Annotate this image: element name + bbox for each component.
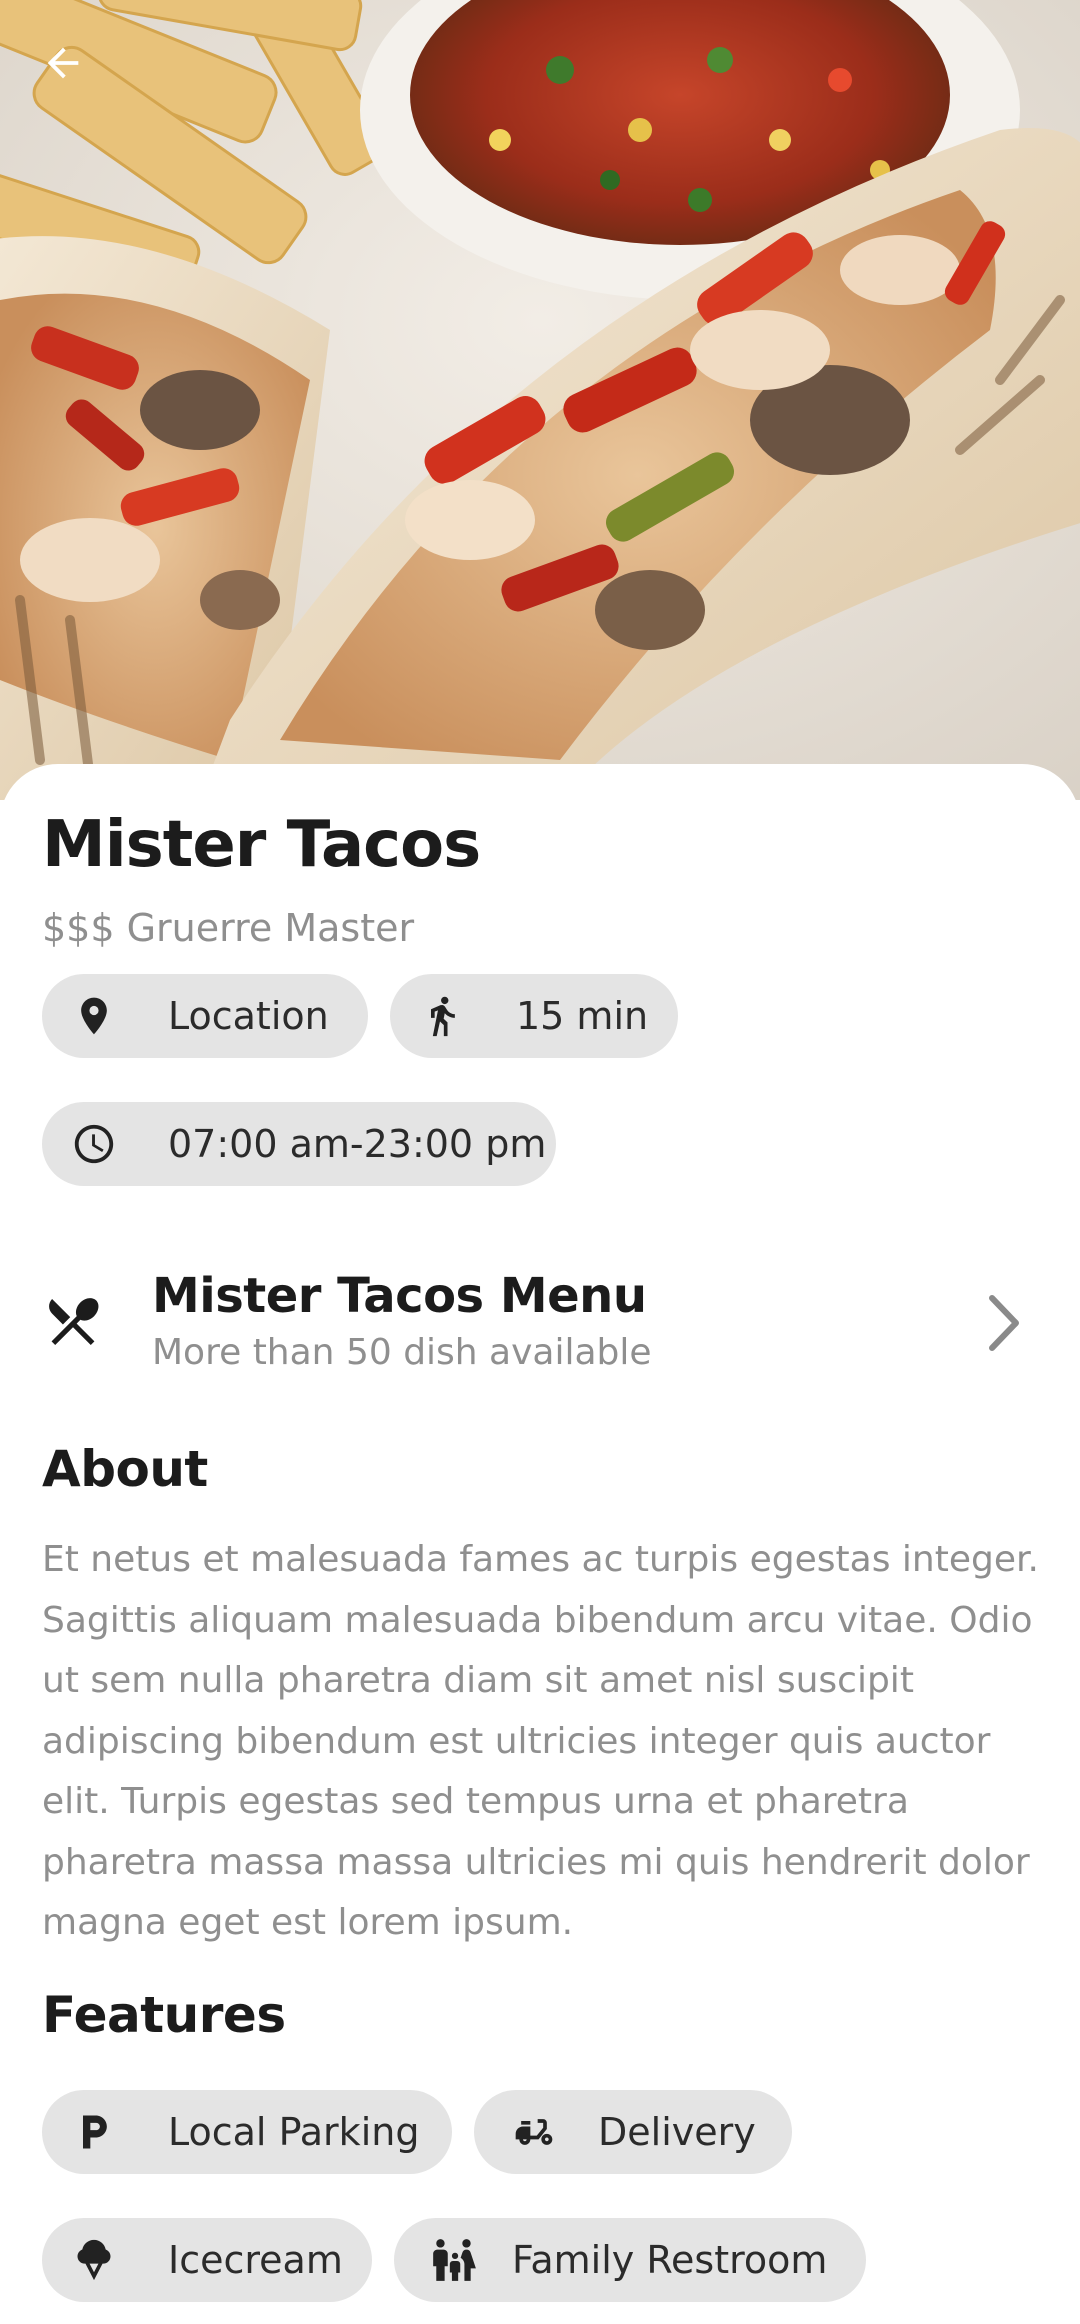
walking-time-chip[interactable]: 15 min [390, 974, 678, 1058]
features-heading: Features [42, 1986, 286, 2044]
location-chip-label: Location [168, 994, 329, 1038]
feature-chip-family-restroom[interactable]: Family Restroom [394, 2218, 866, 2302]
parking-icon [64, 2090, 124, 2174]
arrow-left-icon [47, 47, 79, 79]
feature-chip-icecream[interactable]: Icecream [42, 2218, 372, 2302]
about-text: Et netus et malesuada fames ac turpis eg… [42, 1539, 1039, 1943]
feature-chip-delivery[interactable]: Delivery [474, 2090, 792, 2174]
fork-knife-icon [42, 1290, 104, 1352]
menu-subtitle: More than 50 dish available [152, 1332, 652, 1373]
walking-person-icon [412, 974, 472, 1058]
feature-chip-parking[interactable]: Local Parking [42, 2090, 452, 2174]
location-chip[interactable]: Location [42, 974, 368, 1058]
about-heading: About [42, 1440, 208, 1498]
menu-row[interactable]: Mister Tacos Menu More than 50 dish avai… [0, 1260, 1080, 1390]
icecream-icon [64, 2218, 124, 2302]
feature-label-delivery: Delivery [598, 2110, 756, 2154]
feature-label-family-restroom: Family Restroom [512, 2238, 828, 2282]
restaurant-name: Mister Tacos [42, 808, 481, 882]
feature-label-parking: Local Parking [168, 2110, 420, 2154]
hero-food-image [0, 0, 1080, 800]
opening-hours-chip[interactable]: 07:00 am-23:00 pm [42, 1102, 556, 1186]
back-button[interactable] [40, 40, 104, 104]
family-icon [424, 2218, 484, 2302]
menu-title: Mister Tacos Menu [152, 1268, 647, 1324]
opening-hours-label: 07:00 am-23:00 pm [168, 1122, 547, 1166]
scooter-delivery-icon [504, 2090, 564, 2174]
walking-time-label: 15 min [516, 994, 649, 1038]
restaurant-subtitle: $$$ Gruerre Master [42, 906, 415, 950]
hero-illustration [0, 0, 1080, 800]
feature-label-icecream: Icecream [168, 2238, 343, 2282]
clock-icon [64, 1102, 124, 1186]
chevron-right-icon [980, 1288, 1030, 1358]
location-pin-icon [64, 974, 124, 1058]
